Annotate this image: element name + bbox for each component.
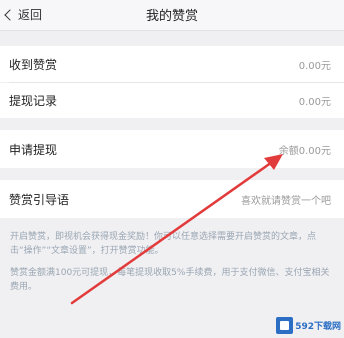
nav-bar: 返回 我的赞赏: [0, 0, 344, 31]
note-enable: 开启赞赏，即视机会获得现金奖励！你可以任意选择需要开启赞赏的文章，点击“操作”“…: [10, 232, 317, 256]
watermark: 592下载网: [276, 317, 341, 334]
withdraw-records-value: 0.00元: [298, 97, 331, 108]
withdraw-records-label: 提现记录: [9, 94, 58, 108]
page-title: 我的赞赏: [145, 9, 198, 24]
guide-row[interactable]: 赞赏引导语 喜欢就请赞赏一个吧: [0, 180, 344, 218]
received-label: 收到赞赏: [9, 57, 58, 72]
guide-label: 赞赏引导语: [9, 192, 70, 207]
watermark-logo-icon: [276, 317, 294, 334]
balance-value: 余额0.00元: [278, 145, 331, 157]
note-withdraw-rule: 赞赏金额满100元可提现，每笔提现收取5%手续费，用于支付微信、支付宝相关费用。: [10, 268, 330, 292]
received-row[interactable]: 收到赞赏 0.00元: [0, 46, 344, 82]
notes: 开启赞赏，即视机会获得现金奖励！你可以任意选择需要开启赞赏的文章，点击“操作”“…: [10, 230, 335, 302]
received-value: 0.00元: [298, 60, 331, 72]
apply-withdraw-row[interactable]: 申请提现 余额0.00元: [0, 130, 344, 168]
guide-value: 喜欢就请赞赏一个吧: [241, 195, 331, 207]
apply-withdraw-label: 申请提现: [9, 142, 58, 157]
withdraw-records-row[interactable]: 提现记录 0.00元: [0, 83, 344, 118]
watermark-text: 592下载网: [295, 322, 341, 332]
